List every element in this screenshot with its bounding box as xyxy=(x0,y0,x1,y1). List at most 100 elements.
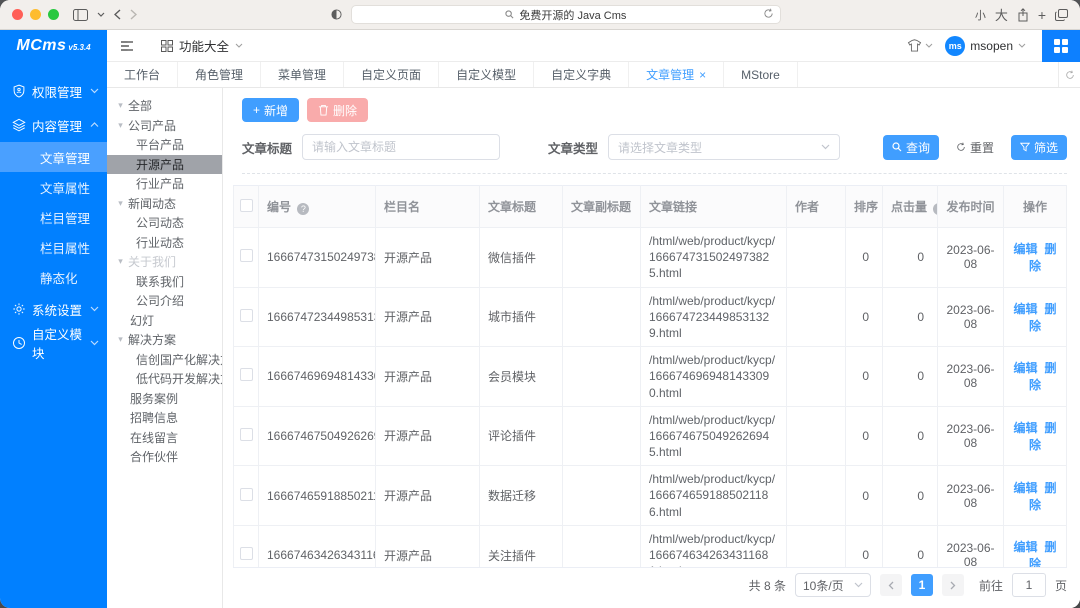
app-logo[interactable]: MCms v5.3.4 xyxy=(0,30,107,62)
edit-link[interactable]: 编辑 xyxy=(1013,361,1037,375)
share-icon[interactable] xyxy=(1017,8,1029,22)
sidebar-subitem-文章属性[interactable]: 文章属性 xyxy=(0,172,107,202)
tree-node-公司介绍[interactable]: 公司介绍 xyxy=(107,291,222,311)
caret-down-icon[interactable]: ▾ xyxy=(116,100,125,111)
text-larger-button[interactable]: 大 xyxy=(995,5,1008,24)
sidebar-subitem-栏目属性[interactable]: 栏目属性 xyxy=(0,232,107,262)
help-icon[interactable]: ? xyxy=(933,203,937,215)
collapse-menu-icon[interactable] xyxy=(107,40,147,52)
feature-menu-button[interactable]: 功能大全 xyxy=(161,36,243,55)
article-type-select[interactable]: 请选择文章类型 xyxy=(608,134,840,160)
caret-down-icon[interactable]: ▾ xyxy=(116,256,125,267)
select-all-checkbox[interactable] xyxy=(240,199,253,212)
tree-node-关于我们[interactable]: ▾关于我们 xyxy=(107,252,222,272)
tab-菜单管理[interactable]: 菜单管理 xyxy=(261,62,344,87)
tree-node-解决方案[interactable]: ▾解决方案 xyxy=(107,330,222,350)
sidebar-item-自定义模块[interactable]: 自定义模块 xyxy=(0,326,107,360)
edit-link[interactable]: 编辑 xyxy=(1013,421,1037,435)
sidebar-item-内容管理[interactable]: 内容管理 xyxy=(0,108,107,142)
new-tab-button[interactable]: + xyxy=(1038,7,1046,23)
delete-button[interactable]: 删除 xyxy=(307,98,368,122)
sidebar-toggle-icon[interactable] xyxy=(73,9,88,21)
row-checkbox[interactable] xyxy=(240,249,253,262)
close-window-button[interactable] xyxy=(12,9,23,20)
article-table: 编号 ?栏目名文章标题文章副标题文章链接作者排序点击量 ?发布时间操作 1666… xyxy=(233,185,1067,568)
tree-node-低代码开发解决方案[interactable]: 低代码开发解决方案 xyxy=(107,369,222,389)
sidebar-item-系统设置[interactable]: 系统设置 xyxy=(0,292,107,326)
tab-MStore[interactable]: MStore xyxy=(724,62,798,87)
forward-button[interactable] xyxy=(130,9,137,20)
caret-down-icon[interactable]: ▾ xyxy=(116,334,125,345)
reload-icon[interactable] xyxy=(763,8,774,22)
reset-button[interactable]: 重置 xyxy=(947,135,1003,160)
close-tab-icon[interactable]: × xyxy=(699,69,706,81)
row-checkbox[interactable] xyxy=(240,309,253,322)
page-size-select[interactable]: 10条/页 xyxy=(795,573,871,597)
goto-page-input[interactable] xyxy=(1012,573,1046,597)
edit-link[interactable]: 编辑 xyxy=(1013,242,1037,256)
tree-node-公司动态[interactable]: 公司动态 xyxy=(107,213,222,233)
prev-page-button[interactable] xyxy=(880,574,902,596)
sidebar-item-权限管理[interactable]: 权限管理 xyxy=(0,74,107,108)
tree-node-平台产品[interactable]: 平台产品 xyxy=(107,135,222,155)
zoom-window-button[interactable] xyxy=(48,9,59,20)
back-button[interactable] xyxy=(114,9,121,20)
tree-node-新闻动态[interactable]: ▾新闻动态 xyxy=(107,194,222,214)
edit-link[interactable]: 编辑 xyxy=(1013,540,1037,554)
next-page-button[interactable] xyxy=(942,574,964,596)
query-button[interactable]: 查询 xyxy=(883,135,939,160)
tree-node-全部[interactable]: ▾全部 xyxy=(107,96,222,116)
tree-node-信创国产化解决方案[interactable]: 信创国产化解决方案 xyxy=(107,350,222,370)
help-icon[interactable]: ? xyxy=(297,203,309,215)
theme-button[interactable] xyxy=(907,39,933,52)
article-title-input[interactable] xyxy=(302,134,500,160)
tab-角色管理[interactable]: 角色管理 xyxy=(178,62,261,87)
tree-node-招聘信息[interactable]: 招聘信息 xyxy=(107,408,222,428)
edit-link[interactable]: 编辑 xyxy=(1013,302,1037,316)
add-button[interactable]: + 新增 xyxy=(242,98,299,122)
sidebar-subitem-文章管理[interactable]: 文章管理 xyxy=(0,142,107,172)
caret-down-icon[interactable]: ▾ xyxy=(116,198,125,209)
tab-工作台[interactable]: 工作台 xyxy=(107,62,178,87)
tab-自定义字典[interactable]: 自定义字典 xyxy=(534,62,629,87)
filter-button[interactable]: 筛选 xyxy=(1011,135,1067,160)
tabs-overview-icon[interactable] xyxy=(1055,9,1068,21)
article-type-label: 文章类型 xyxy=(548,138,598,157)
tree-node-合作伙伴[interactable]: 合作伙伴 xyxy=(107,447,222,467)
browser-chrome: 免费开源的 Java Cms 小 大 + xyxy=(0,0,1080,30)
privacy-shield-icon[interactable] xyxy=(331,9,342,20)
row-checkbox[interactable] xyxy=(240,547,253,560)
tab-自定义页面[interactable]: 自定义页面 xyxy=(344,62,439,87)
tree-node-开源产品[interactable]: 开源产品 xyxy=(107,155,222,175)
url-text: 免费开源的 Java Cms xyxy=(519,7,626,23)
table-row: 1666747315024973825开源产品微信插件/html/web/pro… xyxy=(234,228,1067,288)
app-grid-button[interactable] xyxy=(1042,30,1080,62)
row-checkbox[interactable] xyxy=(240,488,253,501)
row-checkbox[interactable] xyxy=(240,368,253,381)
caret-down-icon[interactable]: ▾ xyxy=(116,120,125,131)
tree-node-公司产品[interactable]: ▾公司产品 xyxy=(107,116,222,136)
tree-node-行业动态[interactable]: 行业动态 xyxy=(107,233,222,253)
tree-node-行业产品[interactable]: 行业产品 xyxy=(107,174,222,194)
tree-node-在线留言[interactable]: 在线留言 xyxy=(107,428,222,448)
refresh-tab-icon[interactable] xyxy=(1058,62,1080,87)
sidebar-subitem-栏目管理[interactable]: 栏目管理 xyxy=(0,202,107,232)
minimize-window-button[interactable] xyxy=(30,9,41,20)
tree-node-幻灯[interactable]: 幻灯 xyxy=(107,311,222,331)
page-number-button[interactable]: 1 xyxy=(911,574,933,596)
edit-link[interactable]: 编辑 xyxy=(1013,481,1037,495)
table-row: 1666747234498531329开源产品城市插件/html/web/pro… xyxy=(234,287,1067,347)
tree-node-联系我们[interactable]: 联系我们 xyxy=(107,272,222,292)
sidebar-subitem-静态化[interactable]: 静态化 xyxy=(0,262,107,292)
address-bar[interactable]: 免费开源的 Java Cms xyxy=(351,5,781,24)
column-header-编号: 编号 ? xyxy=(259,186,376,228)
text-smaller-button[interactable]: 小 xyxy=(975,7,986,23)
row-checkbox[interactable] xyxy=(240,428,253,441)
chevron-left-icon xyxy=(888,581,894,590)
tab-自定义模型[interactable]: 自定义模型 xyxy=(439,62,534,87)
tab-文章管理[interactable]: 文章管理× xyxy=(629,62,724,87)
sidebar-chevron-icon[interactable] xyxy=(97,12,105,17)
user-menu[interactable]: ms msopen xyxy=(945,36,1026,56)
tree-node-服务案例[interactable]: 服务案例 xyxy=(107,389,222,409)
user-avatar: ms xyxy=(945,36,965,56)
